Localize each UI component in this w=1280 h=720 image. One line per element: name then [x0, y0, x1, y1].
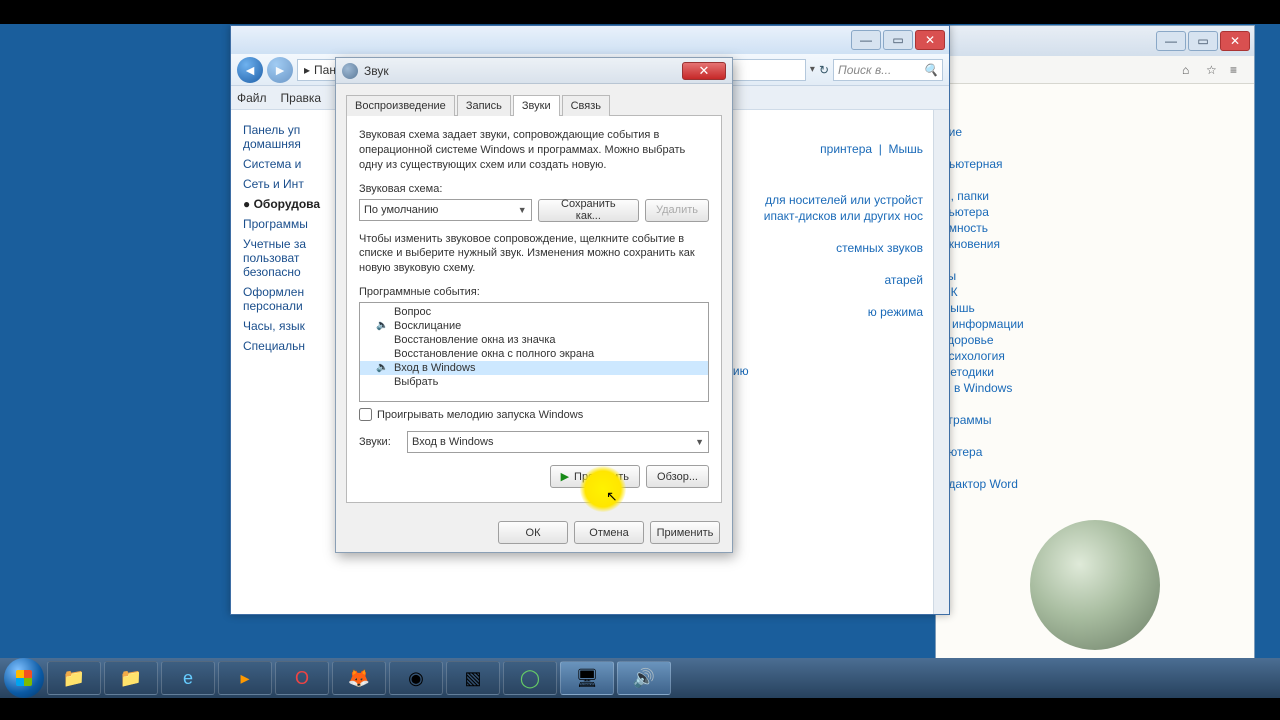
bg-close[interactable]: ✕ [1220, 31, 1250, 51]
tab-Запись[interactable]: Запись [457, 95, 511, 116]
sounds-label: Звуки: [359, 436, 401, 448]
star-icon[interactable]: ☆ [1206, 63, 1220, 77]
task-explorer[interactable]: 📁 [47, 661, 101, 695]
task-ie[interactable]: e [161, 661, 215, 695]
start-button[interactable] [4, 658, 44, 698]
event-item[interactable]: 🔈Восклицание [360, 319, 708, 333]
home-icon[interactable]: ⌂ [1182, 63, 1196, 77]
sound-dialog: Звук ✕ ВоспроизведениеЗаписьЗвукиСвязь З… [335, 57, 733, 553]
link-printer[interactable]: принтера [820, 141, 872, 157]
task-explorer2[interactable]: 📁 [104, 661, 158, 695]
task-opera[interactable]: O [275, 661, 329, 695]
apply-button[interactable]: Применить [650, 521, 720, 544]
event-item[interactable]: Вопрос [360, 305, 708, 319]
tab-strip: ВоспроизведениеЗаписьЗвукиСвязь [336, 84, 732, 115]
task-panel[interactable]: 🖥 [560, 661, 614, 695]
task-app1[interactable]: ▧ [446, 661, 500, 695]
events-label: Программные события: [359, 286, 709, 298]
task-wmp[interactable]: ▸ [218, 661, 272, 695]
event-item[interactable]: Восстановление окна с полного экрана [360, 347, 708, 361]
event-item[interactable]: Восстановление окна из значка [360, 333, 708, 347]
nav-forward-button[interactable]: ► [267, 57, 293, 83]
task-app2[interactable]: ◯ [503, 661, 557, 695]
event-item[interactable]: 🔈Вход в Windows [360, 361, 708, 375]
task-sound[interactable]: 🔊 [617, 661, 671, 695]
scheme-label: Звуковая схема: [359, 183, 709, 195]
program-events-list[interactable]: Вопрос🔈ВосклицаниеВосстановление окна из… [359, 302, 709, 402]
search-input[interactable]: Поиск в... 🔍 [833, 59, 943, 81]
scrollbar[interactable] [933, 110, 949, 614]
bg-maximize[interactable]: ▭ [1188, 31, 1218, 51]
tab-Воспроизведение[interactable]: Воспроизведение [346, 95, 455, 116]
webcam-overlay [1030, 520, 1160, 650]
cancel-button[interactable]: Отмена [574, 521, 644, 544]
task-firefox[interactable]: 🦊 [332, 661, 386, 695]
sound-file-select[interactable]: Вход в Windows [407, 431, 709, 453]
play-startup-sound-checkbox[interactable]: Проигрывать мелодию запуска Windows [359, 408, 709, 421]
delete-scheme-button[interactable]: Удалить [645, 199, 709, 222]
cursor-icon: ↖ [606, 488, 618, 505]
ok-button[interactable]: ОК [498, 521, 568, 544]
link-mouse[interactable]: Мышь [889, 141, 924, 157]
intro-text: Звуковая схема задает звуки, сопровождаю… [359, 128, 709, 173]
event-item[interactable]: Выбрать [360, 375, 708, 389]
sound-assigned-icon: 🔈 [376, 362, 387, 373]
save-scheme-button[interactable]: Сохранить как... [538, 199, 639, 222]
help-text: Чтобы изменить звуковое сопровождение, щ… [359, 232, 709, 277]
close-button[interactable]: ✕ [915, 30, 945, 50]
sound-scheme-select[interactable]: По умолчанию [359, 199, 532, 221]
sound-icon [342, 63, 358, 79]
menu-icon[interactable]: ≡ [1230, 63, 1244, 77]
maximize-button[interactable]: ▭ [883, 30, 913, 50]
task-chrome[interactable]: ◉ [389, 661, 443, 695]
minimize-button[interactable]: — [851, 30, 881, 50]
taskbar[interactable]: 📁 📁 e ▸ O 🦊 ◉ ▧ ◯ 🖥 🔊 [0, 658, 1280, 698]
dialog-title: Звук [364, 64, 682, 78]
sound-assigned-icon: 🔈 [376, 320, 387, 331]
tab-Звуки[interactable]: Звуки [513, 95, 560, 116]
bg-minimize[interactable]: — [1156, 31, 1186, 51]
nav-back-button[interactable]: ◄ [237, 57, 263, 83]
test-sound-button[interactable]: Проверить [550, 465, 640, 488]
browse-button[interactable]: Обзор... [646, 465, 709, 488]
dialog-close-button[interactable]: ✕ [682, 62, 726, 80]
tab-Связь[interactable]: Связь [562, 95, 610, 116]
